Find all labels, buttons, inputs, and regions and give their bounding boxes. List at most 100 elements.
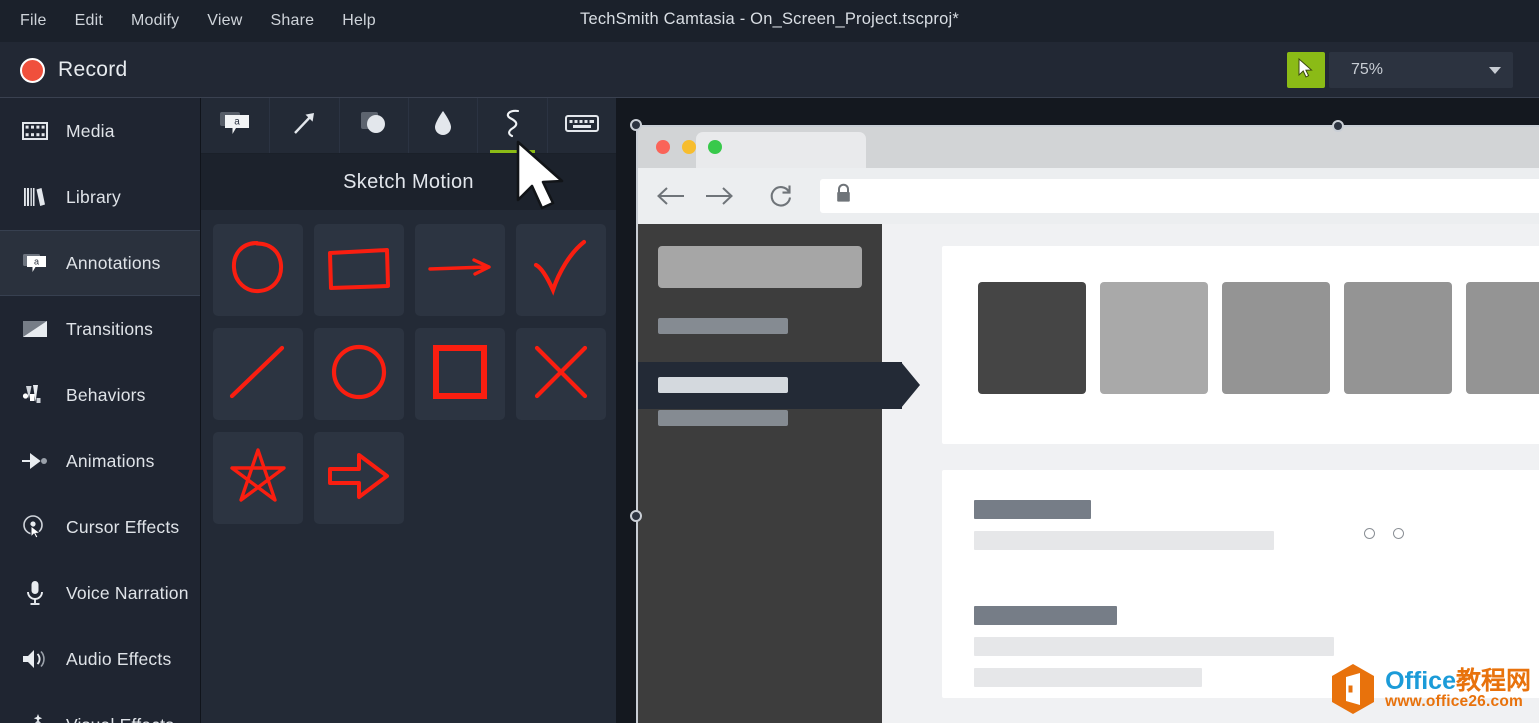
sidebar-item-transitions[interactable]: Transitions	[0, 296, 200, 362]
watermark-brand-en: Office	[1385, 666, 1456, 695]
selection-handle-top-center[interactable]	[1332, 120, 1344, 132]
speaker-icon	[20, 644, 50, 674]
menu-bar: File Edit Modify View Share Help TechSmi…	[0, 0, 1539, 42]
x-mark-icon	[532, 344, 590, 405]
svg-text:a: a	[234, 116, 240, 127]
browser-mockup	[637, 125, 1539, 723]
mockup-option-dots	[1364, 528, 1404, 539]
checkmark-icon	[532, 239, 590, 302]
mockup-tile[interactable]	[1100, 282, 1208, 394]
sidebar-item-label: Voice Narration	[66, 582, 189, 603]
mockup-text-bar	[974, 531, 1274, 550]
address-bar[interactable]	[820, 179, 1539, 213]
mockup-nav-item[interactable]	[658, 318, 788, 334]
sketch-squiggle-icon	[499, 107, 525, 144]
close-light-icon[interactable]	[656, 140, 670, 154]
circle-icon	[330, 343, 388, 406]
mockup-tile[interactable]	[1222, 282, 1330, 394]
sketch-item-checkmark[interactable]	[516, 224, 606, 316]
select-tool-button[interactable]	[1287, 52, 1325, 88]
sketch-item-x-mark[interactable]	[516, 328, 606, 420]
mockup-text-bar	[974, 637, 1334, 656]
sidebar-item-library[interactable]: Library	[0, 164, 200, 230]
sidebar-item-behaviors[interactable]: Behaviors	[0, 362, 200, 428]
mockup-nav-item[interactable]	[658, 410, 788, 426]
menu-item-share[interactable]: Share	[257, 8, 329, 34]
sidebar-item-visual-effects[interactable]: Visual Effects	[0, 692, 200, 723]
books-icon	[20, 182, 50, 212]
sidebar-item-cursor-effects[interactable]: Cursor Effects	[0, 494, 200, 560]
cursor-effects-icon	[20, 512, 50, 542]
maximize-light-icon[interactable]	[708, 140, 722, 154]
sidebar-item-label: Library	[66, 186, 121, 207]
mockup-tile[interactable]	[1466, 282, 1539, 394]
menu-item-help[interactable]: Help	[328, 8, 390, 34]
sketch-item-block-arrow[interactable]	[314, 432, 404, 524]
mockup-tile[interactable]	[978, 282, 1086, 394]
tab-keystroke-callouts[interactable]	[548, 98, 616, 153]
sketch-item-square[interactable]	[415, 328, 505, 420]
back-arrow-icon[interactable]	[654, 179, 688, 213]
reload-icon[interactable]	[764, 179, 798, 213]
selection-handle-top-left[interactable]	[630, 119, 642, 131]
sketch-item-rectangle-rough[interactable]	[314, 224, 404, 316]
mockup-radio-icon[interactable]	[1364, 528, 1375, 539]
mockup-tile[interactable]	[1344, 282, 1452, 394]
sidebar-item-media[interactable]: Media	[0, 98, 200, 164]
selection-border-left	[636, 125, 638, 723]
sidebar-item-animations[interactable]: Animations	[0, 428, 200, 494]
sidebar-item-voice-narration[interactable]: Voice Narration	[0, 560, 200, 626]
sketch-item-line[interactable]	[213, 328, 303, 420]
transition-icon	[20, 314, 50, 344]
selection-handle-middle-left[interactable]	[630, 510, 642, 522]
record-button[interactable]: Record	[10, 50, 138, 90]
record-label: Record	[58, 58, 128, 81]
mockup-nav-pointer-icon	[901, 362, 920, 408]
minimize-light-icon[interactable]	[682, 140, 696, 154]
tab-blur-highlight[interactable]	[409, 98, 479, 153]
left-sidebar: Media Library a Annotations Transitions …	[0, 98, 201, 723]
sidebar-item-annotations[interactable]: a Annotations	[0, 230, 200, 296]
tab-callout[interactable]: a	[201, 98, 271, 153]
menu-item-modify[interactable]: Modify	[117, 8, 193, 34]
selection-border-top	[636, 125, 1539, 127]
browser-chrome	[638, 126, 1539, 168]
canvas-preview[interactable]	[616, 98, 1539, 723]
keyboard-icon	[564, 112, 599, 139]
mockup-main-content	[882, 224, 1539, 723]
sidebar-item-label: Audio Effects	[66, 648, 172, 669]
sidebar-item-label: Media	[66, 120, 115, 141]
menu-item-file[interactable]: File	[6, 8, 61, 34]
microphone-icon	[20, 578, 50, 608]
annotations-panel: a Sketch Motion	[201, 98, 616, 723]
sidebar-item-audio-effects[interactable]: Audio Effects	[0, 626, 200, 692]
tab-sketch-motion[interactable]	[478, 98, 548, 153]
star-icon	[227, 446, 289, 511]
cursor-arrow-icon	[1297, 57, 1315, 83]
lock-icon	[834, 183, 853, 209]
watermark-brand-cn: 教程网	[1455, 666, 1531, 695]
tab-arrows-lines[interactable]	[270, 98, 340, 153]
blur-drop-icon	[432, 109, 454, 142]
traffic-lights	[656, 140, 722, 154]
sketch-item-circle-rough[interactable]	[213, 224, 303, 316]
sketch-item-circle[interactable]	[314, 328, 404, 420]
zoom-level-select[interactable]: 75%	[1339, 52, 1513, 88]
sketch-motion-grid	[201, 210, 616, 538]
menu-item-view[interactable]: View	[193, 8, 256, 34]
watermark-url: www.office26.com	[1385, 692, 1523, 710]
annotation-tab-bar: a	[201, 98, 616, 154]
mockup-text-bar	[974, 668, 1202, 687]
sketch-item-star[interactable]	[213, 432, 303, 524]
menu-item-edit[interactable]: Edit	[61, 8, 117, 34]
mockup-radio-icon[interactable]	[1393, 528, 1404, 539]
svg-text:a: a	[34, 256, 39, 266]
sidebar-item-label: Transitions	[66, 318, 154, 339]
mockup-logo-placeholder	[658, 246, 862, 288]
mockup-nav-item-active[interactable]	[658, 377, 788, 393]
diagonal-line-icon	[228, 344, 288, 405]
sketch-item-arrow-line[interactable]	[415, 224, 505, 316]
sidebar-item-label: Animations	[66, 450, 155, 471]
tab-shapes[interactable]	[340, 98, 409, 153]
forward-arrow-icon[interactable]	[702, 179, 736, 213]
